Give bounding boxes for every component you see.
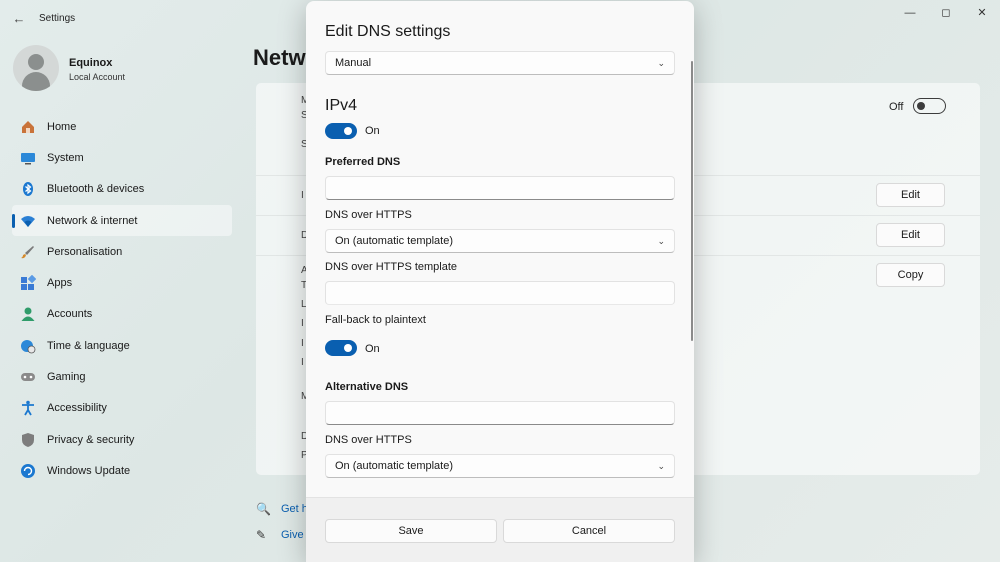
user-name: Equinox	[69, 57, 113, 69]
update-icon	[19, 462, 36, 479]
back-arrow-icon[interactable]: ←	[10, 10, 28, 28]
chevron-down-icon: ⌄	[657, 461, 665, 471]
ipv4-toggle-label: On	[365, 125, 380, 137]
sidebar-item-bluetooth[interactable]: Bluetooth & devices	[0, 174, 240, 205]
ipv4-heading: IPv4	[325, 97, 358, 114]
copy-button[interactable]: Copy	[876, 263, 945, 287]
sidebar-item-label: Accessibility	[47, 402, 107, 415]
fallback-toggle-label: On	[365, 343, 380, 355]
row-label: I	[301, 318, 304, 329]
give-feedback-link[interactable]: Give	[281, 529, 304, 541]
page-title: Netw	[253, 45, 306, 70]
help-icon: 🔍	[256, 502, 271, 516]
sidebar-item-apps[interactable]: Apps	[0, 267, 240, 298]
toggle-knob	[917, 101, 925, 110]
shield-icon	[19, 431, 36, 448]
sidebar-item-accounts[interactable]: Accounts	[0, 299, 240, 330]
alternative-dns-label: Alternative DNS	[325, 381, 409, 393]
sidebar-item-label: Time & language	[47, 339, 130, 352]
toggle-knob	[344, 127, 352, 135]
dialog-scrollbar[interactable]	[691, 61, 693, 341]
user-account-type: Local Account	[69, 72, 126, 82]
monitor-icon	[19, 149, 36, 166]
avatar[interactable]	[13, 45, 59, 91]
app-title: Settings	[39, 13, 76, 24]
preferred-dns-template-label: DNS over HTTPS template	[325, 261, 458, 273]
sidebar-item-network[interactable]: Network & internet	[12, 204, 232, 237]
sidebar-item-label: Privacy & security	[47, 433, 135, 446]
sidebar: Home System Bluetooth & devices Network …	[0, 111, 240, 487]
preferred-dns-label: Preferred DNS	[325, 156, 401, 168]
preferred-dns-template-input[interactable]	[325, 281, 675, 305]
preferred-dns-https-select[interactable]: On (automatic template) ⌄	[325, 229, 675, 253]
alternative-dns-https-label: DNS over HTTPS	[325, 434, 412, 446]
sidebar-item-windows-update[interactable]: Windows Update	[0, 455, 240, 486]
cancel-button[interactable]: Cancel	[503, 519, 675, 543]
avatar-body	[22, 72, 50, 91]
chevron-down-icon: ⌄	[657, 236, 665, 246]
close-icon[interactable]: ✕	[969, 6, 995, 20]
row-label: I	[301, 338, 304, 349]
sidebar-item-label: Accounts	[47, 308, 93, 321]
sidebar-item-label: Bluetooth & devices	[47, 183, 145, 196]
apps-icon	[19, 275, 36, 292]
maximize-icon[interactable]: ◻	[933, 6, 959, 20]
feedback-icon: ✎	[256, 528, 267, 542]
sidebar-item-time-language[interactable]: Time & language	[0, 330, 240, 361]
edit-ip-button[interactable]: Edit	[876, 183, 945, 207]
preferred-dns-input[interactable]	[325, 176, 675, 200]
edit-dns-dialog: Edit DNS settings Manual ⌄ IPv4 On Prefe…	[306, 1, 694, 562]
dns-mode-select[interactable]: Manual ⌄	[325, 51, 675, 75]
fallback-plaintext-label: Fall-back to plaintext	[325, 314, 426, 326]
alternative-dns-https-select[interactable]: On (automatic template) ⌄	[325, 454, 675, 478]
save-button[interactable]: Save	[325, 519, 497, 543]
fallback-plaintext-toggle[interactable]	[325, 340, 357, 356]
alternative-dns-https-value: On (automatic template)	[335, 460, 453, 472]
minimize-icon[interactable]: —	[897, 6, 923, 20]
sidebar-item-label: Network & internet	[47, 214, 138, 227]
home-icon	[19, 118, 36, 135]
sidebar-item-label: System	[47, 151, 84, 164]
dialog-title: Edit DNS settings	[325, 23, 451, 40]
globe-clock-icon	[19, 337, 36, 354]
sidebar-item-accessibility[interactable]: Accessibility	[0, 393, 240, 424]
brush-icon	[19, 243, 36, 260]
row-label: I	[301, 357, 304, 368]
ipv4-toggle[interactable]	[325, 123, 357, 139]
bluetooth-icon	[19, 181, 36, 198]
metered-toggle-label: Off	[889, 101, 904, 113]
edit-dns-button[interactable]: Edit	[876, 223, 945, 247]
dns-mode-value: Manual	[335, 57, 372, 69]
chevron-down-icon: ⌄	[657, 58, 665, 68]
sidebar-item-label: Personalisation	[47, 245, 123, 258]
toggle-knob	[344, 344, 352, 352]
wifi-icon	[19, 212, 36, 229]
get-help-link[interactable]: Get h	[281, 503, 308, 515]
sidebar-item-system[interactable]: System	[0, 142, 240, 173]
row-label: I	[301, 190, 304, 201]
sidebar-item-label: Windows Update	[47, 464, 131, 477]
sidebar-item-home[interactable]: Home	[0, 111, 240, 142]
preferred-dns-https-value: On (automatic template)	[335, 235, 453, 247]
sidebar-item-gaming[interactable]: Gaming	[0, 361, 240, 392]
metered-connection-toggle[interactable]	[913, 98, 946, 114]
sidebar-item-personalisation[interactable]: Personalisation	[0, 236, 240, 267]
preferred-dns-https-label: DNS over HTTPS	[325, 209, 412, 221]
accessibility-icon	[19, 400, 36, 417]
avatar-head	[28, 54, 44, 70]
alternative-dns-input[interactable]	[325, 401, 675, 425]
gamepad-icon	[19, 369, 36, 386]
sidebar-item-label: Apps	[47, 277, 73, 290]
dialog-footer: Save Cancel	[306, 497, 694, 562]
person-icon	[19, 306, 36, 323]
sidebar-item-privacy[interactable]: Privacy & security	[0, 424, 240, 455]
sidebar-item-label: Home	[47, 120, 77, 133]
sidebar-item-label: Gaming	[47, 371, 86, 384]
